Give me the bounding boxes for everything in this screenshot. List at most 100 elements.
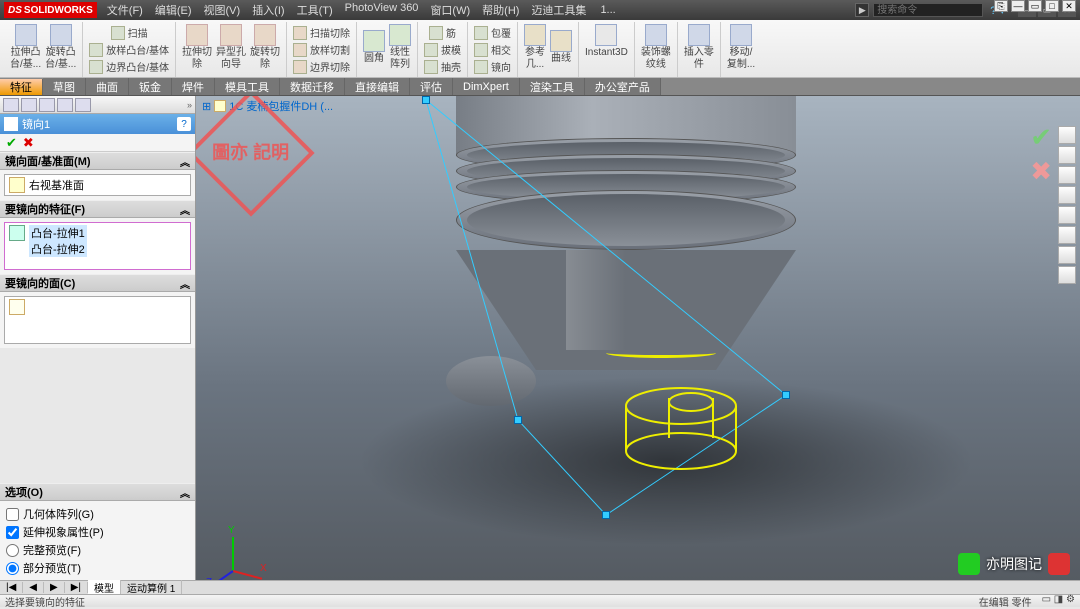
partial-preview-radio[interactable] bbox=[6, 562, 19, 575]
mdi-restore-icon[interactable]: ▭ bbox=[1028, 0, 1042, 12]
property-manager-tab[interactable] bbox=[21, 98, 37, 112]
tab-dimxpert[interactable]: DimXpert bbox=[453, 78, 520, 95]
tab-render[interactable]: 渲染工具 bbox=[520, 78, 585, 95]
pm-section-options-head[interactable]: 选项(O) ︽ bbox=[0, 483, 195, 501]
tab-features[interactable]: 特征 bbox=[0, 79, 43, 95]
revolve-boss-button[interactable]: 旋转凸台/基... bbox=[43, 22, 78, 73]
geom-pattern-checkbox[interactable] bbox=[6, 508, 19, 521]
status-icons[interactable]: ▭ ◨ ⚙ bbox=[1042, 594, 1075, 609]
mirror-plane-selector[interactable]: 右视基准面 bbox=[4, 174, 191, 196]
fillet-button[interactable]: 圆角 bbox=[361, 22, 387, 73]
draft-button[interactable]: 拔模 bbox=[422, 41, 463, 58]
menu-help[interactable]: 帮助(H) bbox=[482, 2, 519, 18]
thread-button[interactable]: 装饰螺纹线 bbox=[639, 22, 673, 73]
mt-prev-button[interactable]: ◀ bbox=[23, 582, 44, 593]
sweep-cut-button[interactable]: 扫描切除 bbox=[291, 24, 352, 41]
extrude-boss-button[interactable]: 拉伸凸台/基... bbox=[8, 22, 43, 73]
opt-partial-preview[interactable]: 部分预览(T) bbox=[4, 559, 191, 577]
taskpane-search-icon[interactable] bbox=[1058, 186, 1076, 204]
tab-weldment[interactable]: 焊件 bbox=[172, 78, 215, 95]
view-cancel-icon[interactable]: ✖ bbox=[1030, 156, 1052, 187]
list-item[interactable]: 凸台-拉伸1 bbox=[29, 225, 87, 241]
mdi-close-icon[interactable]: ✕ bbox=[1062, 0, 1076, 12]
opt-geometry-pattern[interactable]: 几何体阵列(G) bbox=[4, 505, 191, 523]
menu-view[interactable]: 视图(V) bbox=[204, 2, 241, 18]
mt-last-button[interactable]: ▶| bbox=[65, 582, 88, 593]
tab-office[interactable]: 办公室产品 bbox=[585, 78, 661, 95]
shell-button[interactable]: 抽壳 bbox=[422, 58, 463, 75]
taskpane-forum-icon[interactable] bbox=[1058, 266, 1076, 284]
mt-next-button[interactable]: ▶ bbox=[44, 582, 65, 593]
tab-motion-study[interactable]: 运动算例 1 bbox=[121, 580, 182, 595]
boundary-cut-button[interactable]: 边界切除 bbox=[291, 58, 352, 75]
menu-edit[interactable]: 编辑(E) bbox=[155, 2, 192, 18]
tab-model[interactable]: 模型 bbox=[88, 580, 121, 595]
hole-wizard-button[interactable]: 异型孔向导 bbox=[214, 22, 248, 73]
opt-full-preview[interactable]: 完整预览(F) bbox=[4, 541, 191, 559]
tab-sketch[interactable]: 草图 bbox=[43, 78, 86, 95]
panel-expand-icon[interactable]: » bbox=[187, 100, 192, 110]
config-manager-tab[interactable] bbox=[39, 98, 55, 112]
taskpane-palette-icon[interactable] bbox=[1058, 206, 1076, 224]
wrap-button[interactable]: 包覆 bbox=[472, 24, 513, 41]
menu-file[interactable]: 文件(F) bbox=[107, 2, 143, 18]
mdi-link-icon[interactable]: ⎘ bbox=[994, 0, 1008, 12]
pm-ok-button[interactable]: ✔ bbox=[6, 135, 17, 151]
instant3d-button[interactable]: Instant3D bbox=[583, 22, 630, 61]
mirror-faces-selector[interactable] bbox=[4, 296, 191, 344]
pm-section-faces-head[interactable]: 要镜向的面(C) ︽ bbox=[0, 274, 195, 292]
mt-first-button[interactable]: |◀ bbox=[0, 582, 23, 593]
chevron-up-icon[interactable]: ︽ bbox=[180, 154, 190, 169]
taskpane-home-icon[interactable] bbox=[1058, 126, 1076, 144]
display-manager-tab[interactable] bbox=[75, 98, 91, 112]
tab-evaluate[interactable]: 评估 bbox=[410, 78, 453, 95]
revolve-cut-button[interactable]: 旋转切除 bbox=[248, 22, 282, 73]
tab-datamigration[interactable]: 数据迁移 bbox=[280, 78, 345, 95]
pm-section-features-head[interactable]: 要镜向的特征(F) ︽ bbox=[0, 200, 195, 218]
boundary-button[interactable]: 边界凸台/基体 bbox=[87, 58, 171, 75]
view-confirm-icon[interactable]: ✔ bbox=[1030, 122, 1052, 153]
tab-surface[interactable]: 曲面 bbox=[86, 78, 129, 95]
mdi-max-icon[interactable]: □ bbox=[1045, 0, 1059, 12]
rib-button[interactable]: 筋 bbox=[427, 24, 458, 41]
taskpane-properties-icon[interactable] bbox=[1058, 246, 1076, 264]
graphics-viewport[interactable]: ⊞ 1C 麦楠包握件DH (... ✔ ✖ bbox=[196, 96, 1080, 581]
chevron-up-icon[interactable]: ︽ bbox=[180, 202, 190, 217]
search-icon[interactable]: ▶ bbox=[855, 3, 869, 17]
taskpane-appearance-icon[interactable] bbox=[1058, 226, 1076, 244]
move-copy-button[interactable]: 移动/复制... bbox=[725, 22, 757, 73]
pm-section-plane-head[interactable]: 镜向面/基准面(M) ︽ bbox=[0, 152, 195, 170]
mdi-min-icon[interactable]: — bbox=[1011, 0, 1025, 12]
intersect-button[interactable]: 相交 bbox=[472, 41, 513, 58]
opt-visual-props[interactable]: 延伸视象属性(P) bbox=[4, 523, 191, 541]
mirror-features-selector[interactable]: 凸台-拉伸1 凸台-拉伸2 bbox=[4, 222, 191, 270]
chevron-up-icon[interactable]: ︽ bbox=[180, 276, 190, 291]
menu-maidi[interactable]: 迈迪工具集 bbox=[531, 2, 586, 18]
menu-tools[interactable]: 工具(T) bbox=[297, 2, 333, 18]
pm-help-icon[interactable]: ? bbox=[177, 117, 191, 131]
tab-sheetmetal[interactable]: 钣金 bbox=[129, 78, 172, 95]
pm-cancel-button[interactable]: ✖ bbox=[23, 135, 34, 151]
visual-props-checkbox[interactable] bbox=[6, 526, 19, 539]
curves-button[interactable]: 曲线 bbox=[548, 22, 574, 73]
dimxpert-manager-tab[interactable] bbox=[57, 98, 73, 112]
loft-button[interactable]: 放样凸台/基体 bbox=[87, 41, 171, 58]
menu-window[interactable]: 窗口(W) bbox=[430, 2, 470, 18]
ref-geom-button[interactable]: 参考几... bbox=[522, 22, 548, 73]
tab-directedit[interactable]: 直接编辑 bbox=[345, 78, 410, 95]
extrude-cut-button[interactable]: 拉伸切除 bbox=[180, 22, 214, 73]
tab-moldtools[interactable]: 模具工具 bbox=[215, 78, 280, 95]
pattern-button[interactable]: 线性阵列 bbox=[387, 22, 413, 73]
command-search-input[interactable] bbox=[873, 3, 983, 17]
plus-icon[interactable]: ⊞ bbox=[202, 100, 211, 113]
mirror-ribbon-button[interactable]: 镜向 bbox=[472, 58, 513, 75]
sweep-button[interactable]: 扫描 bbox=[109, 24, 150, 41]
insert-part-button[interactable]: 插入零件 bbox=[682, 22, 716, 73]
menu-photoview[interactable]: PhotoView 360 bbox=[345, 2, 419, 18]
feature-tree-tab[interactable] bbox=[3, 98, 19, 112]
chevron-up-icon[interactable]: ︽ bbox=[180, 485, 190, 500]
loft-cut-button[interactable]: 放样切割 bbox=[291, 41, 352, 58]
taskpane-explorer-icon[interactable] bbox=[1058, 166, 1076, 184]
list-item[interactable]: 凸台-拉伸2 bbox=[29, 241, 87, 257]
menu-insert[interactable]: 插入(I) bbox=[252, 2, 284, 18]
